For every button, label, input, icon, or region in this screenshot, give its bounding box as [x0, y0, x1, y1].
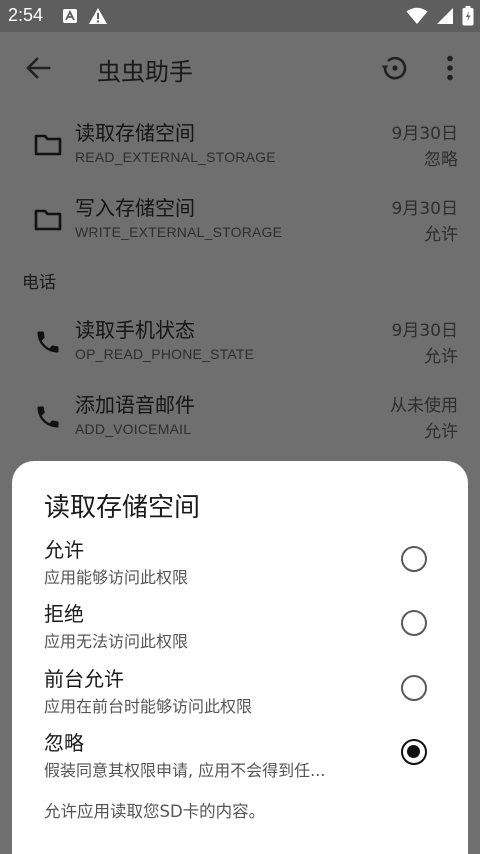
- dialog-title: 读取存储空间: [44, 493, 201, 523]
- permission-code: ADD_VOICEMAIL: [75, 421, 192, 437]
- permission-mode-dialog: 读取存储空间 允许 应用能够访问此权限 拒绝 应用无法访问此权限 前台允许 应用…: [12, 461, 468, 854]
- permission-status: 允许: [424, 347, 458, 367]
- history-button[interactable]: [376, 52, 412, 88]
- option-subtitle: 应用能够访问此权限: [44, 568, 189, 587]
- permission-item[interactable]: 读取手机状态 OP_READ_PHONE_STATE 9月30日 允许: [0, 304, 480, 378]
- phone-icon: [32, 326, 64, 358]
- status-bar: 2:54: [0, 0, 480, 32]
- permission-name: 添加语音邮件: [75, 393, 195, 417]
- permission-code: READ_EXTERNAL_STORAGE: [75, 149, 276, 165]
- permission-code: OP_READ_PHONE_STATE: [75, 346, 255, 362]
- section-header-phone: 电话: [22, 273, 56, 293]
- more-vert-icon: [446, 55, 454, 85]
- option-title: 允许: [44, 538, 84, 562]
- folder-icon: [32, 204, 64, 236]
- option-ignore[interactable]: 忽略 假装同意其权限申请, 应用不会得到任...: [12, 727, 468, 791]
- app-bar: 虫虫助手: [0, 32, 480, 107]
- radio-button[interactable]: [401, 546, 427, 572]
- battery-icon: [462, 6, 474, 30]
- option-allow[interactable]: 允许 应用能够访问此权限: [12, 534, 468, 598]
- permission-last-used: 9月30日: [391, 199, 458, 219]
- permission-status: 忽略: [424, 150, 458, 170]
- radio-button[interactable]: [401, 675, 427, 701]
- folder-icon: [32, 129, 64, 161]
- permission-name: 读取存储空间: [75, 121, 195, 145]
- permission-item[interactable]: 读取存储空间 READ_EXTERNAL_STORAGE 9月30日 忽略: [0, 107, 480, 181]
- wifi-icon: [406, 7, 428, 29]
- option-deny[interactable]: 拒绝 应用无法访问此权限: [12, 598, 468, 662]
- option-title: 拒绝: [44, 602, 84, 626]
- option-subtitle: 应用在前台时能够访问此权限: [44, 697, 253, 716]
- radio-button-selected[interactable]: [401, 739, 427, 765]
- option-foreground-allow[interactable]: 前台允许 应用在前台时能够访问此权限: [12, 663, 468, 727]
- permission-code: WRITE_EXTERNAL_STORAGE: [75, 224, 283, 240]
- radio-button[interactable]: [401, 610, 427, 636]
- option-title: 忽略: [44, 731, 84, 755]
- permission-last-used: 9月30日: [391, 124, 458, 144]
- history-icon: [379, 53, 409, 87]
- app-notification-icon: [62, 8, 78, 28]
- back-button[interactable]: [22, 54, 54, 86]
- warning-icon: [88, 7, 108, 29]
- permission-name: 读取手机状态: [75, 318, 195, 342]
- page-title: 虫虫助手: [97, 58, 193, 86]
- permission-name: 写入存储空间: [75, 196, 195, 220]
- permission-last-used: 9月30日: [391, 321, 458, 341]
- dialog-description: 允许应用读取您SD卡的内容。: [44, 802, 266, 821]
- signal-icon: [436, 7, 454, 29]
- option-subtitle: 应用无法访问此权限: [44, 632, 189, 651]
- phone-icon: [32, 401, 64, 433]
- permission-item[interactable]: 添加语音邮件 ADD_VOICEMAIL 从未使用 允许: [0, 379, 480, 453]
- permission-status: 允许: [424, 225, 458, 245]
- permission-status: 允许: [424, 422, 458, 442]
- option-subtitle: 假装同意其权限申请, 应用不会得到任...: [44, 761, 326, 780]
- arrow-back-icon: [25, 56, 51, 84]
- permission-last-used: 从未使用: [390, 396, 458, 416]
- option-title: 前台允许: [44, 667, 124, 691]
- more-options-button[interactable]: [436, 52, 464, 88]
- permission-item[interactable]: 写入存储空间 WRITE_EXTERNAL_STORAGE 9月30日 允许: [0, 182, 480, 256]
- status-time: 2:54: [8, 5, 44, 25]
